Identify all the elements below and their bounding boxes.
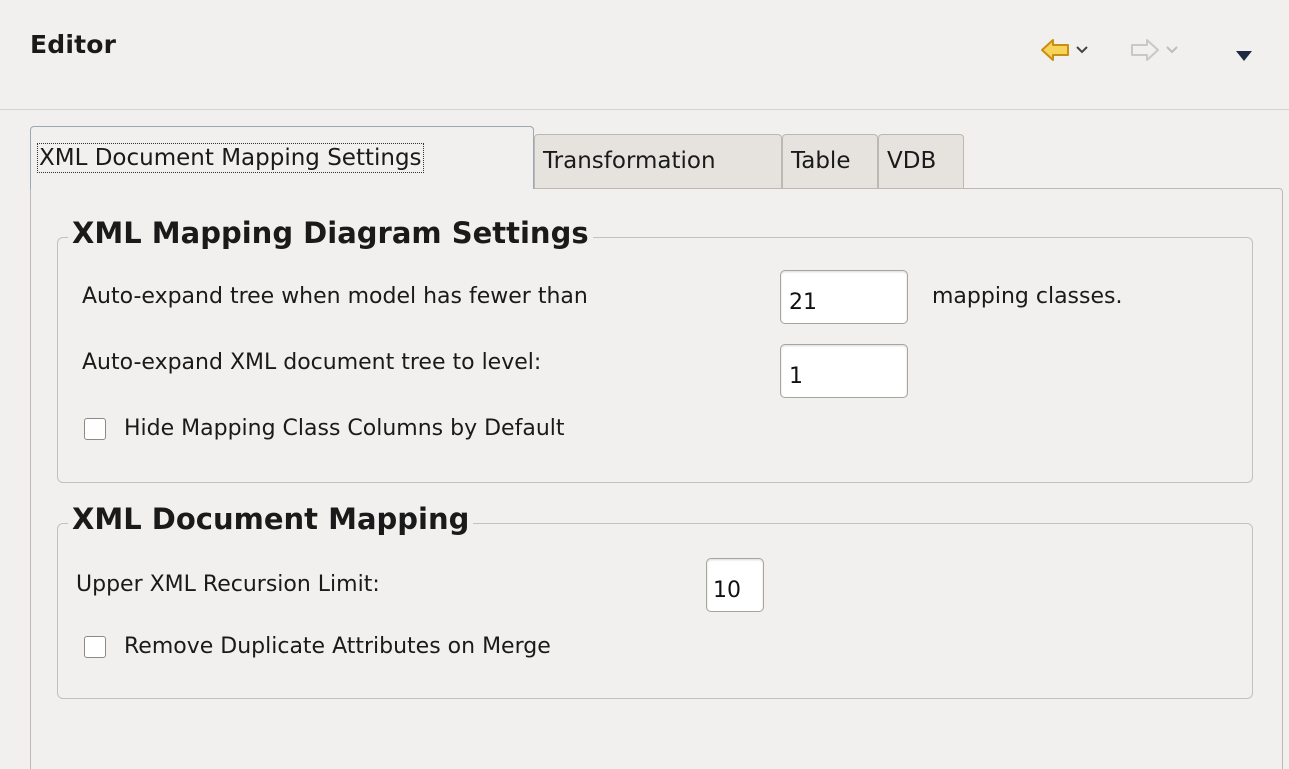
chevron-down-icon[interactable] bbox=[1076, 46, 1088, 54]
remove-duplicates-checkbox-row[interactable]: Remove Duplicate Attributes on Merge bbox=[84, 634, 551, 659]
expand-tree-threshold-input[interactable] bbox=[780, 270, 908, 324]
back-arrow-icon bbox=[1041, 39, 1069, 61]
tab-label: VDB bbox=[887, 148, 937, 174]
recursion-limit-input[interactable] bbox=[706, 558, 764, 612]
tab-panel: XML Mapping Diagram Settings Auto-expand… bbox=[30, 188, 1283, 769]
view-menu-icon bbox=[1236, 51, 1252, 61]
editor-preferences-page: Editor XML Document Mapping Settings Tra… bbox=[0, 0, 1289, 769]
document-mapping-group: XML Document Mapping Upper XML Recursion… bbox=[57, 502, 1253, 699]
group-title: XML Document Mapping bbox=[68, 502, 474, 536]
expand-tree-suffix: mapping classes. bbox=[932, 284, 1123, 309]
hide-columns-label: Hide Mapping Class Columns by Default bbox=[124, 416, 565, 441]
chevron-down-icon[interactable] bbox=[1166, 46, 1178, 54]
expand-level-label: Auto-expand XML document tree to level: bbox=[82, 350, 542, 375]
page-title: Editor bbox=[30, 30, 117, 59]
forward-button[interactable] bbox=[1130, 38, 1178, 62]
tab-label: XML Document Mapping Settings bbox=[37, 143, 424, 173]
group-title: XML Mapping Diagram Settings bbox=[68, 216, 593, 250]
page-header: Editor bbox=[0, 0, 1289, 110]
view-menu-button[interactable] bbox=[1234, 48, 1254, 67]
hide-columns-checkbox[interactable] bbox=[84, 417, 106, 440]
tab-table[interactable]: Table bbox=[782, 134, 878, 188]
tab-transformation[interactable]: Transformation bbox=[534, 134, 782, 188]
tab-label: Table bbox=[791, 148, 851, 174]
expand-level-input[interactable] bbox=[780, 344, 908, 398]
tab-xml-document-mapping-settings[interactable]: XML Document Mapping Settings bbox=[30, 126, 534, 189]
remove-duplicates-checkbox[interactable] bbox=[84, 635, 106, 658]
tab-label: Transformation bbox=[543, 148, 716, 174]
diagram-settings-group: XML Mapping Diagram Settings Auto-expand… bbox=[57, 216, 1253, 483]
tab-vdb[interactable]: VDB bbox=[878, 134, 964, 188]
back-button[interactable] bbox=[1040, 38, 1088, 62]
forward-arrow-icon bbox=[1131, 39, 1159, 61]
recursion-limit-label: Upper XML Recursion Limit: bbox=[76, 572, 380, 597]
expand-tree-label: Auto-expand tree when model has fewer th… bbox=[82, 284, 588, 309]
hide-columns-checkbox-row[interactable]: Hide Mapping Class Columns by Default bbox=[84, 416, 565, 441]
remove-duplicates-label: Remove Duplicate Attributes on Merge bbox=[124, 634, 551, 659]
